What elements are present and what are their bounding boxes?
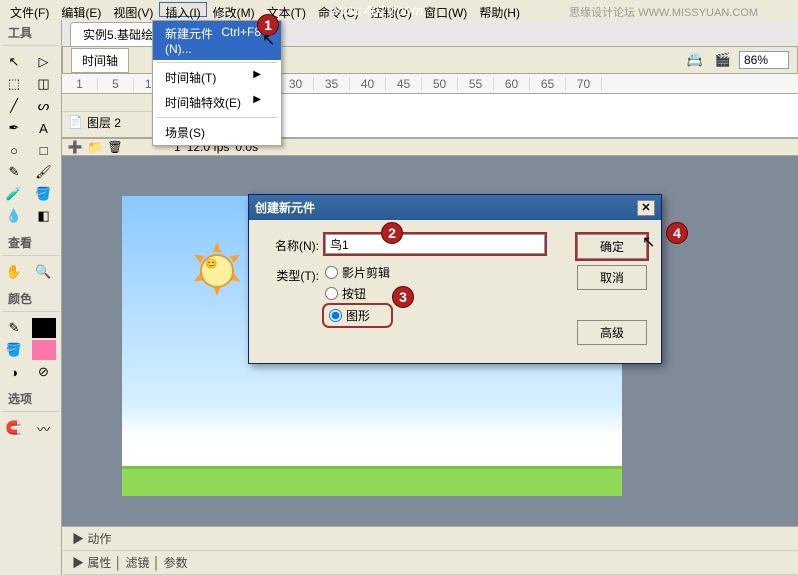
ruler-tick: 45 — [386, 77, 422, 91]
scene-icon[interactable]: 📇 — [683, 50, 707, 70]
callout-4: 4 — [666, 222, 688, 244]
type-graphic-radio[interactable]: 图形 — [325, 306, 390, 325]
ruler-tick: 40 — [350, 77, 386, 91]
stroke-swatch[interactable] — [32, 318, 56, 338]
dialog-close-button[interactable]: ✕ — [637, 200, 655, 216]
ruler-tick: 5 — [98, 77, 134, 91]
frames-area[interactable] — [232, 94, 798, 137]
tools-label: 工具 — [2, 22, 59, 46]
add-guide-icon[interactable]: 📁 — [88, 140, 102, 154]
symbol-name-input[interactable] — [325, 234, 545, 254]
symbol-icon[interactable]: 🎬 — [711, 50, 735, 70]
ruler-tick: 60 — [494, 77, 530, 91]
free-transform-icon[interactable]: ⬚ — [2, 74, 26, 94]
line-tool-icon[interactable]: ╱ — [2, 96, 26, 116]
options-label: 选项 — [2, 388, 59, 412]
fill-swatch[interactable] — [32, 340, 56, 360]
hand-tool-icon[interactable]: ✋ — [2, 262, 26, 282]
layer-name: 图层 2 — [87, 114, 121, 131]
ruler-tick: 50 — [422, 77, 458, 91]
sun-graphic[interactable]: 😊 — [192, 246, 242, 296]
cursor-icon-2: ↖ — [642, 232, 655, 252]
menu-timeline[interactable]: 时间轴(T)▶ — [153, 65, 281, 90]
type-button-radio[interactable]: 按钮 — [325, 285, 390, 302]
stroke-color-icon[interactable]: ✎ — [2, 318, 26, 338]
zoom-input[interactable] — [739, 51, 789, 69]
add-layer-icon[interactable]: ➕ — [68, 140, 82, 154]
properties-panel-header[interactable]: ▶ 属性 │ 滤镜 │ 参数 — [62, 551, 798, 575]
menu-scene[interactable]: 场景(S) — [153, 120, 281, 145]
menu-timeline-effects[interactable]: 时间轴特效(E)▶ — [153, 90, 281, 115]
grass-graphic — [122, 466, 622, 496]
rectangle-tool-icon[interactable]: □ — [32, 140, 56, 160]
menu-insert[interactable]: 插入(I) — [159, 2, 206, 17]
text-tool-icon[interactable]: A — [32, 118, 56, 138]
ruler-tick: 30 — [278, 77, 314, 91]
bw-swap-icon[interactable]: ◑ — [2, 362, 26, 382]
watermark-text: www.4u2v.com — [330, 2, 423, 18]
menu-help[interactable]: 帮助(H) — [473, 2, 526, 17]
ruler-tick: 35 — [314, 77, 350, 91]
ink-bottle-icon[interactable]: 🧪 — [2, 184, 26, 204]
callout-3: 3 — [392, 286, 414, 308]
actions-panel-header[interactable]: ▶ 动作 — [62, 527, 798, 551]
watermark-forum: 思缘设计论坛 WWW.MISSYUAN.COM — [569, 4, 758, 20]
dialog-title-text: 创建新元件 — [255, 199, 315, 216]
dialog-titlebar[interactable]: 创建新元件 ✕ — [249, 195, 661, 220]
oval-tool-icon[interactable]: ○ — [2, 140, 26, 160]
ruler-tick: 65 — [530, 77, 566, 91]
brush-tool-icon[interactable]: 🖌 — [32, 162, 56, 182]
lasso-tool-icon[interactable]: ᔕ — [32, 96, 56, 116]
ruler-tick: 1 — [62, 77, 98, 91]
layer-type-icon: 📄 — [68, 115, 83, 129]
eyedropper-icon[interactable]: 💧 — [2, 206, 26, 226]
callout-2: 2 — [381, 222, 403, 244]
ok-button[interactable]: 确定 — [577, 234, 647, 259]
menu-view[interactable]: 视图(V) — [107, 2, 159, 17]
cursor-icon: ↖ — [262, 30, 275, 50]
fill-color-icon[interactable]: 🪣 — [2, 340, 26, 360]
smooth-icon[interactable]: 〰 — [32, 418, 56, 438]
paint-bucket-icon[interactable]: 🪣 — [32, 184, 56, 204]
cancel-button[interactable]: 取消 — [577, 265, 647, 290]
no-color-icon[interactable]: ⊘ — [32, 362, 56, 382]
selection-tool-icon[interactable]: ↖ — [2, 52, 26, 72]
snap-icon[interactable]: 🧲 — [2, 418, 26, 438]
pencil-tool-icon[interactable]: ✎ — [2, 162, 26, 182]
pen-tool-icon[interactable]: ✒ — [2, 118, 26, 138]
name-label: 名称(N): — [263, 234, 319, 254]
type-label: 类型(T): — [263, 264, 319, 284]
menu-modify[interactable]: 修改(M) — [207, 2, 261, 17]
ruler-tick: 55 — [458, 77, 494, 91]
menu-window[interactable]: 窗口(W) — [418, 2, 473, 17]
menu-edit[interactable]: 编辑(E) — [55, 2, 107, 17]
menu-file[interactable]: 文件(F) — [4, 2, 55, 17]
tools-sidebar: 工具 ↖ ▷ ⬚ ◫ ╱ ᔕ ✒ A ○ □ ✎ 🖌 🧪 🪣 💧 ◧ 查看 — [0, 20, 62, 575]
delete-layer-icon[interactable]: 🗑 — [108, 140, 122, 154]
zoom-tool-icon[interactable]: 🔍 — [32, 262, 56, 282]
advanced-button[interactable]: 高级 — [577, 320, 647, 345]
colors-label: 颜色 — [2, 288, 59, 312]
bottom-panels: ▶ 动作 ▶ 属性 │ 滤镜 │ 参数 — [62, 526, 798, 575]
tool-grid: ↖ ▷ ⬚ ◫ ╱ ᔕ ✒ A ○ □ ✎ 🖌 🧪 🪣 💧 ◧ — [2, 52, 59, 226]
gradient-transform-icon[interactable]: ◫ — [32, 74, 56, 94]
type-movieclip-radio[interactable]: 影片剪辑 — [325, 264, 390, 281]
view-label: 查看 — [2, 232, 59, 256]
eraser-tool-icon[interactable]: ◧ — [32, 206, 56, 226]
ruler-tick: 70 — [566, 77, 602, 91]
timeline-toggle-button[interactable]: 时间轴 — [71, 48, 129, 73]
create-symbol-dialog: 创建新元件 ✕ 名称(N): 类型(T): 影片剪辑 按钮 图形 确定 取消 高… — [248, 194, 662, 364]
subselection-tool-icon[interactable]: ▷ — [32, 52, 56, 72]
